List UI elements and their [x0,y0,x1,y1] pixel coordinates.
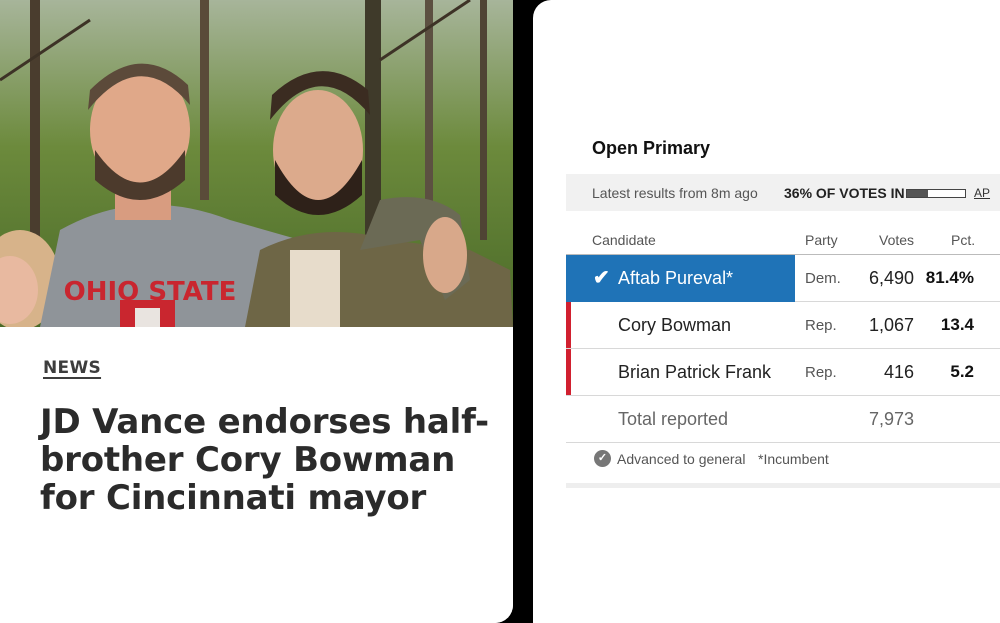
results-footer: ✓ Advanced to general *Incumbent [566,444,1000,488]
table-row: Brian Patrick Frank Rep. 416 5.2 [566,349,1000,396]
advanced-check-icon: ✓ [594,450,611,467]
republican-party-marker [566,302,571,348]
candidate-pct: 13.4 [940,315,974,334]
candidate-name: Brian Patrick Frank [618,362,772,382]
column-header-pct: Pct. [951,232,976,248]
table-row-winner: ✔ Aftab Pureval* Dem. 6,490 81.4% [566,255,1000,302]
race-title: Open Primary [592,138,711,158]
total-label: Total reported [618,409,729,429]
election-results-panel: Open Primary Latest results from 8m ago … [533,0,1000,623]
winner-check-icon: ✔ [593,267,610,289]
article-headline[interactable]: JD Vance endorses half-brother Cory Bowm… [40,403,490,517]
column-header-votes: Votes [879,232,915,248]
votes-in-text: 36% OF VOTES IN [784,185,905,201]
candidate-name: Cory Bowman [618,315,732,335]
article-photo[interactable]: OHIO STATE [0,0,513,327]
candidate-pct: 81.4% [925,268,974,287]
section-link-news[interactable]: NEWS [43,358,101,378]
reporting-progress-bar [906,189,966,198]
advanced-legend: Advanced to general [617,451,746,467]
reporting-progress-fill [907,190,928,197]
republican-party-marker [566,349,571,395]
column-header-candidate: Candidate [592,232,656,248]
article-photo-illustration: OHIO STATE [0,0,513,327]
article-card[interactable]: OHIO STATE NEWS JD Vance endorses half-b… [0,0,513,623]
candidate-votes: 416 [883,362,914,382]
candidate-party: Rep. [805,364,837,381]
candidate-party: Rep. [805,317,837,334]
candidate-votes: 6,490 [868,268,914,288]
results-status-bar: Latest results from 8m ago 36% OF VOTES … [566,174,1000,211]
incumbent-legend: *Incumbent [758,451,829,467]
latest-results-text: Latest results from 8m ago [592,185,758,201]
candidate-name: Aftab Pureval* [618,268,734,288]
table-row: Cory Bowman Rep. 1,067 13.4 [566,302,1000,349]
candidate-party: Dem. [805,270,841,287]
source-link-ap[interactable]: AP [974,186,990,200]
candidate-votes: 1,067 [868,315,914,335]
candidate-pct: 5.2 [950,362,974,381]
column-header-party: Party [805,232,838,248]
winner-highlight: ✔ Aftab Pureval* [566,255,795,302]
table-row-total: Total reported 7,973 [566,396,1000,443]
total-votes: 7,973 [868,409,914,429]
